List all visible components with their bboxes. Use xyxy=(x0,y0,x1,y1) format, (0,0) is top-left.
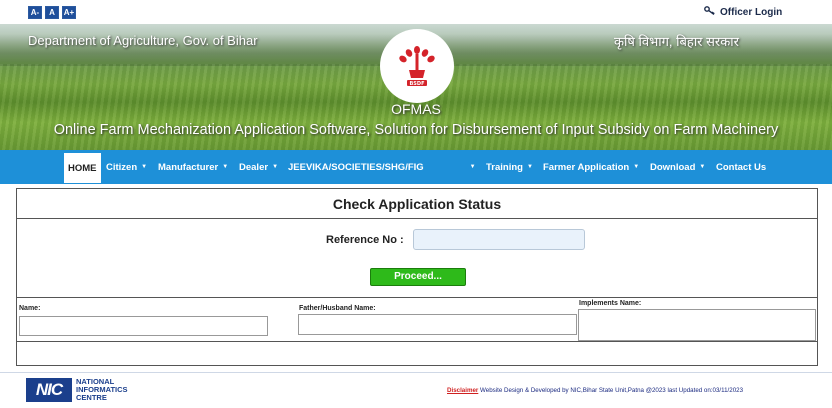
font-decrease-button[interactable]: A- xyxy=(28,6,42,19)
font-size-controls: A- A A+ xyxy=(28,6,76,19)
name-input[interactable] xyxy=(19,316,268,336)
reference-number-input[interactable] xyxy=(413,229,585,250)
disclaimer-link[interactable]: Disclaimer xyxy=(447,387,478,394)
officer-login-label: Officer Login xyxy=(720,6,783,18)
nav-download[interactable]: Download ▼ xyxy=(650,150,705,184)
proceed-button[interactable]: Proceed... xyxy=(370,268,466,286)
chevron-down-icon: ▼ xyxy=(699,164,706,170)
nav-citizen[interactable]: Citizen ▼ xyxy=(106,150,147,184)
nav-dealer[interactable]: Dealer ▼ xyxy=(239,150,278,184)
key-icon xyxy=(704,6,715,18)
chevron-down-icon: ▼ xyxy=(272,164,279,170)
department-english: Department of Agriculture, Gov. of Bihar xyxy=(28,33,258,48)
chevron-down-icon: ▼ xyxy=(469,164,476,170)
page-footer: NIC NATIONAL INFORMATICS CENTRE Disclaim… xyxy=(0,372,832,408)
emblem-icon: BSDF xyxy=(389,38,445,94)
reference-number-label: Reference No : xyxy=(326,234,404,246)
nav-manufacturer[interactable]: Manufacturer ▼ xyxy=(158,150,228,184)
chevron-down-icon: ▼ xyxy=(222,164,229,170)
nav-contact-us[interactable]: Contact Us xyxy=(716,150,766,184)
top-utility-bar: A- A A+ Officer Login xyxy=(0,0,832,24)
font-increase-button[interactable]: A+ xyxy=(62,6,76,19)
name-field-group: Name: xyxy=(17,298,297,342)
nav-jeevika[interactable]: JEEVIKA/SOCIETIES/SHG/FIG ▼ xyxy=(288,150,476,184)
father-husband-input[interactable] xyxy=(298,314,577,335)
officer-login-link[interactable]: Officer Login xyxy=(704,6,782,18)
applicant-details-row: Name: Father/Husband Name: Implements Na… xyxy=(17,297,817,342)
chevron-down-icon: ▼ xyxy=(633,164,640,170)
nic-name: NATIONAL INFORMATICS CENTRE xyxy=(76,378,128,402)
nav-training[interactable]: Training ▼ xyxy=(486,150,533,184)
implements-field-group: Implements Name: xyxy=(577,298,817,342)
father-husband-field-group: Father/Husband Name: xyxy=(297,298,577,342)
chevron-down-icon: ▼ xyxy=(141,164,148,170)
chevron-down-icon: ▼ xyxy=(526,164,533,170)
footer-credits: Disclaimer Website Design & Developed by… xyxy=(447,387,743,394)
implements-input[interactable] xyxy=(578,309,816,341)
application-status-panel: Check Application Status Reference No : … xyxy=(16,188,818,366)
svg-text:BSDF: BSDF xyxy=(410,81,425,87)
nic-logo[interactable]: NIC NATIONAL INFORMATICS CENTRE xyxy=(26,378,128,402)
department-hindi: कृषि विभाग, बिहार सरकार xyxy=(614,34,739,49)
font-normal-button[interactable]: A xyxy=(45,6,59,19)
implements-label: Implements Name: xyxy=(579,300,642,307)
app-name: OFMAS xyxy=(391,101,441,117)
nic-name-line: CENTRE xyxy=(76,393,107,402)
name-label: Name: xyxy=(19,305,41,312)
bihar-govt-logo[interactable]: BSDF xyxy=(380,29,454,103)
credits-text: Website Design & Developed by NIC,Bihar … xyxy=(478,387,744,394)
panel-title: Check Application Status xyxy=(17,189,817,219)
father-husband-label: Father/Husband Name: xyxy=(299,305,376,312)
nic-mark: NIC xyxy=(26,378,72,402)
nav-farmer-application[interactable]: Farmer Application ▼ xyxy=(543,150,639,184)
main-navigation: HOME Citizen ▼ Manufacturer ▼ Dealer ▼ JEEV… xyxy=(0,150,832,184)
header-banner: Department of Agriculture, Gov. of Bihar… xyxy=(0,24,832,150)
nav-home[interactable]: HOME xyxy=(64,153,101,183)
app-tagline: Online Farm Mechanization Application So… xyxy=(53,122,779,138)
